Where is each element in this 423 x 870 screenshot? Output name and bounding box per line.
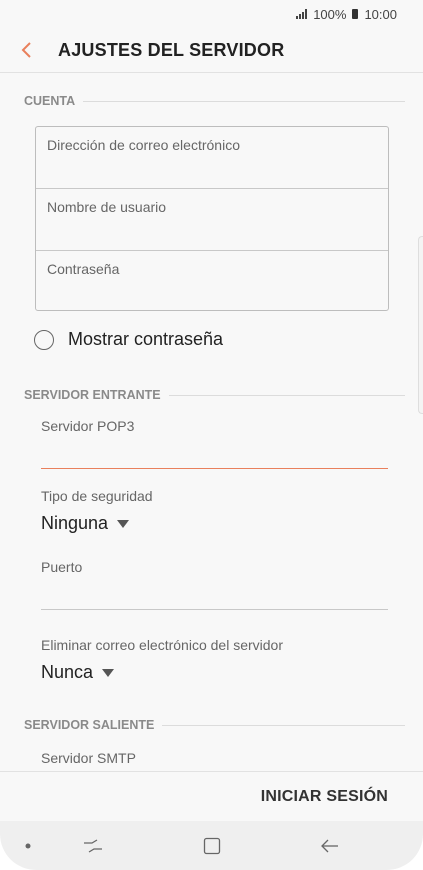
delete-from-server-dropdown[interactable]: Nunca <box>41 662 115 683</box>
section-divider <box>162 724 405 726</box>
section-divider <box>168 394 405 396</box>
section-header-incoming: SERVIDOR ENTRANTE <box>24 388 405 402</box>
bottom-action-bar: INICIAR SESIÓN <box>0 771 423 822</box>
pop3-server-label: Servidor POP3 <box>41 418 135 434</box>
security-type-value: Ninguna <box>41 513 109 533</box>
app-header: AJUSTES DEL SERVIDOR <box>0 28 423 72</box>
smtp-server-label: Servidor SMTP <box>41 750 136 766</box>
password-field[interactable] <box>36 251 388 312</box>
show-password-option[interactable]: Mostrar contraseña <box>34 329 223 350</box>
port-input[interactable] <box>41 585 388 610</box>
login-button[interactable]: INICIAR SESIÓN <box>261 788 388 806</box>
battery-icon <box>352 9 359 19</box>
username-field[interactable] <box>36 189 388 250</box>
dropdown-arrow-icon <box>117 519 130 528</box>
clock: 10:00 <box>364 6 397 22</box>
dropdown-arrow-icon <box>102 668 115 677</box>
password-field-container <box>36 251 388 312</box>
signal-icon <box>296 9 308 19</box>
account-fields-group <box>35 126 389 312</box>
show-password-label: Mostrar contraseña <box>68 329 224 349</box>
pop3-server-input[interactable] <box>41 444 388 469</box>
section-title-cuenta: CUENTA <box>24 94 76 108</box>
chevron-left-icon[interactable] <box>20 40 40 60</box>
security-type-label: Tipo de seguridad <box>41 488 153 504</box>
section-header-cuenta: CUENTA <box>24 94 405 108</box>
recent-apps-icon[interactable] <box>78 821 108 870</box>
username-field-container <box>36 189 388 251</box>
phone-screen: 100% 10:00 AJUSTES DEL SERVIDOR CUENTA M… <box>0 0 423 870</box>
status-bar: 100% 10:00 <box>0 0 423 28</box>
email-field-container <box>36 127 388 189</box>
section-title-outgoing: SERVIDOR SALIENTE <box>24 718 155 732</box>
section-title-incoming: SERVIDOR ENTRANTE <box>24 388 161 402</box>
security-type-dropdown[interactable]: Ninguna <box>41 513 130 534</box>
system-navigation-bar <box>0 821 423 870</box>
section-divider <box>83 100 405 102</box>
battery-percent: 100% <box>313 6 347 22</box>
delete-from-server-label: Eliminar correo electrónico del servidor <box>41 637 283 653</box>
home-icon[interactable] <box>197 821 227 870</box>
dot-icon[interactable] <box>16 821 40 870</box>
header-divider <box>0 72 423 73</box>
show-password-radio[interactable] <box>34 329 54 350</box>
page-title: AJUSTES DEL SERVIDOR <box>58 39 285 60</box>
back-arrow-icon[interactable] <box>315 821 345 870</box>
email-field[interactable] <box>36 127 388 188</box>
scrollbar-handle[interactable] <box>418 236 423 414</box>
port-label: Puerto <box>41 559 83 575</box>
delete-from-server-value: Nunca <box>41 662 94 682</box>
section-header-outgoing: SERVIDOR SALIENTE <box>24 718 405 732</box>
